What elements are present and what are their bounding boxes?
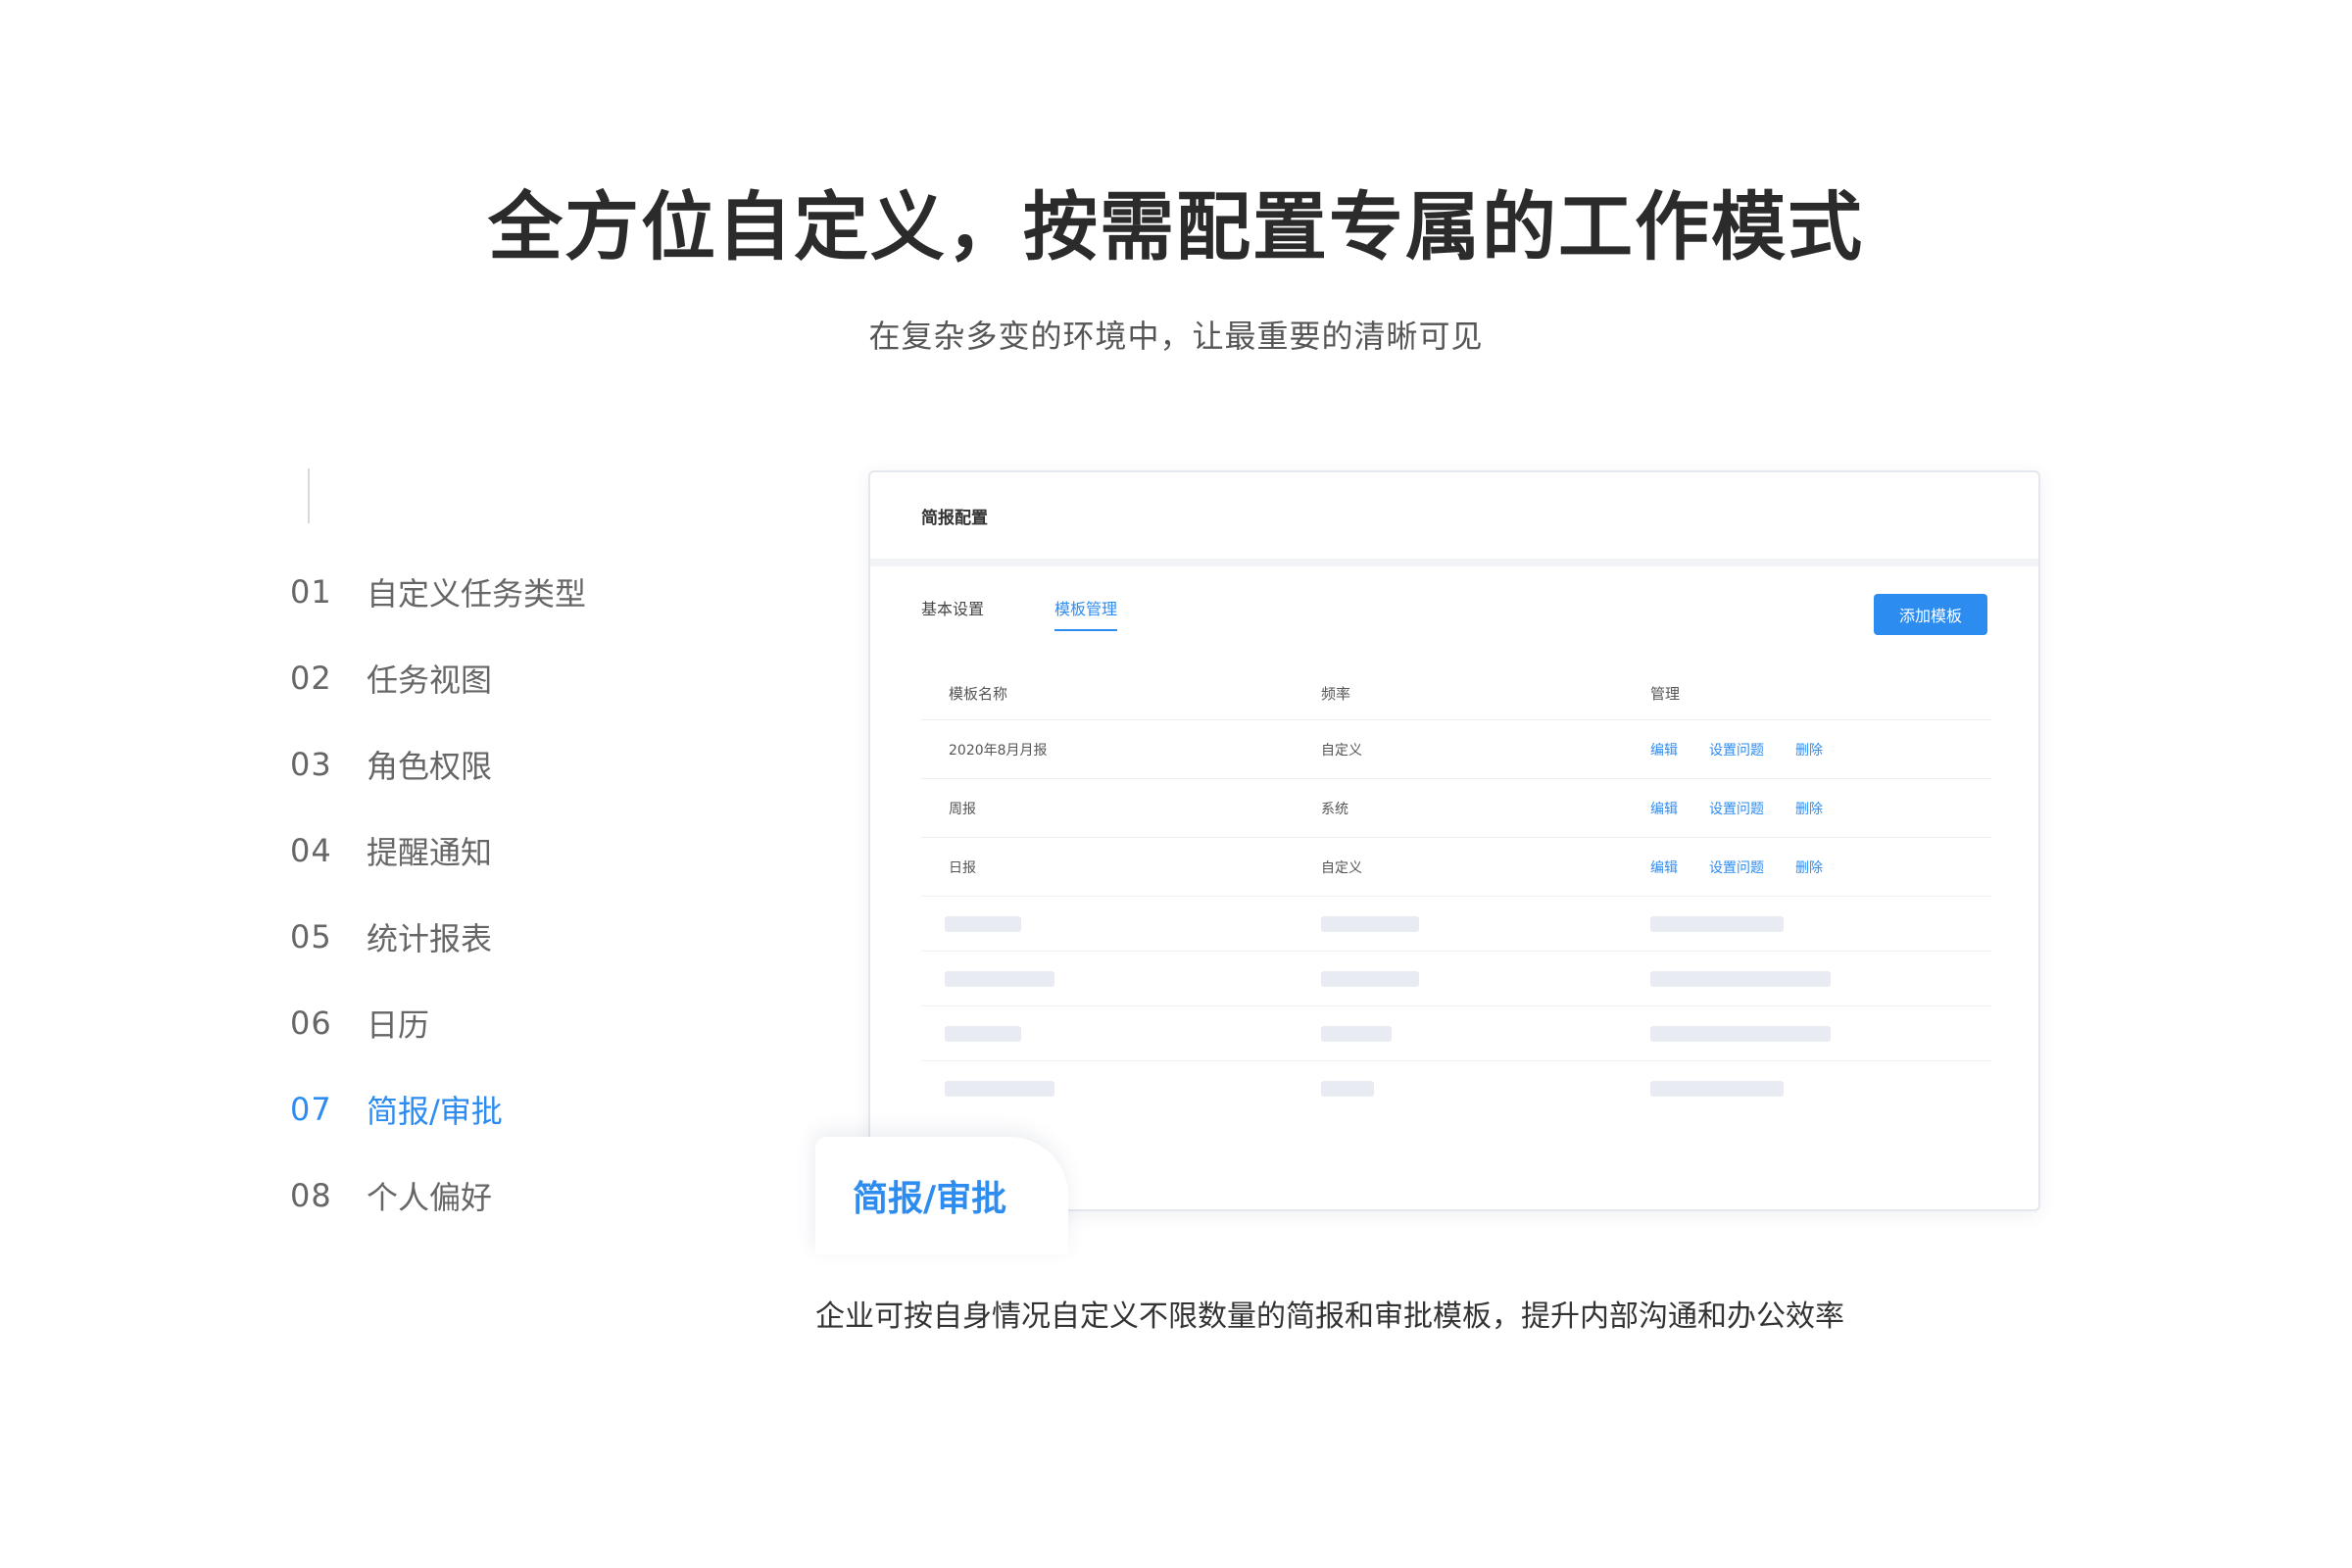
header-frequency: 频率	[1321, 684, 1351, 703]
nav-item-number: 03	[290, 746, 332, 783]
nav-item-label: 自定义任务类型	[367, 575, 587, 612]
nav-item-number: 07	[290, 1091, 332, 1128]
set-questions-link[interactable]: 设置问题	[1709, 799, 1764, 818]
feature-nav-item-06[interactable]: 06 日历	[290, 980, 800, 1066]
tab-template-management[interactable]: 模板管理	[1054, 596, 1118, 631]
nav-divider	[308, 468, 310, 523]
edit-link[interactable]: 编辑	[1650, 740, 1678, 760]
nav-item-number: 01	[290, 573, 332, 611]
table-row: 日报 自定义 编辑 设置问题 删除	[921, 837, 1991, 896]
skeleton-bar	[945, 915, 1021, 932]
nav-item-label: 角色权限	[367, 748, 493, 785]
cell-frequency: 自定义	[1321, 859, 1362, 876]
skeleton-bar	[1321, 915, 1419, 932]
delete-link[interactable]: 删除	[1795, 799, 1823, 818]
skeleton-row	[921, 896, 1991, 951]
settings-panel: 简报配置 基本设置 模板管理 添加模板 模板名称 频率 管理 2020年8月月报…	[868, 470, 2040, 1211]
header-template-name: 模板名称	[949, 684, 1008, 703]
set-questions-link[interactable]: 设置问题	[1709, 740, 1764, 760]
table-row: 周报 系统 编辑 设置问题 删除	[921, 778, 1991, 837]
skeleton-bar	[1321, 1025, 1392, 1042]
table-row: 2020年8月月报 自定义 编辑 设置问题 删除	[921, 719, 1991, 778]
nav-item-label: 统计报表	[367, 920, 493, 957]
panel-tabs: 基本设置 模板管理	[921, 596, 1188, 631]
nav-item-number: 06	[290, 1004, 332, 1042]
skeleton-bar	[1650, 1080, 1784, 1097]
hero-subtitle: 在复杂多变的环境中，让最重要的清晰可见	[868, 318, 1484, 355]
cell-template-name: 日报	[949, 859, 976, 876]
nav-item-label: 提醒通知	[367, 834, 493, 871]
feature-nav-item-05[interactable]: 05 统计报表	[290, 894, 800, 980]
header-manage: 管理	[1650, 684, 1681, 703]
cell-actions: 编辑 设置问题 删除	[1650, 740, 1991, 760]
edit-link[interactable]: 编辑	[1650, 858, 1678, 877]
nav-item-number: 08	[290, 1177, 332, 1214]
feature-label-card: 简报/审批	[815, 1137, 1068, 1254]
nav-item-label: 个人偏好	[367, 1179, 493, 1216]
skeleton-bar	[1650, 970, 1831, 987]
hero-title: 全方位自定义，按需配置专属的工作模式	[488, 183, 1864, 270]
skeleton-bar	[1321, 970, 1419, 987]
cell-template-name: 周报	[949, 801, 976, 817]
feature-nav-item-08[interactable]: 08 个人偏好	[290, 1152, 800, 1239]
skeleton-bar	[1650, 1025, 1831, 1042]
edit-link[interactable]: 编辑	[1650, 799, 1678, 818]
feature-nav: 01 自定义任务类型 02 任务视图 03 角色权限 04 提醒通知 05 统计…	[290, 549, 800, 1239]
skeleton-row	[921, 1060, 1991, 1115]
nav-item-number: 04	[290, 832, 332, 869]
nav-item-number: 05	[290, 918, 332, 956]
delete-link[interactable]: 删除	[1795, 858, 1823, 877]
feature-nav-item-02[interactable]: 02 任务视图	[290, 635, 800, 721]
skeleton-bar	[1650, 915, 1784, 932]
panel-title: 简报配置	[870, 472, 2038, 566]
feature-nav-item-04[interactable]: 04 提醒通知	[290, 808, 800, 894]
nav-item-label: 日历	[367, 1006, 430, 1044]
delete-link[interactable]: 删除	[1795, 740, 1823, 760]
nav-item-number: 02	[290, 660, 332, 697]
add-template-button[interactable]: 添加模板	[1874, 594, 1987, 635]
skeleton-bar	[945, 1025, 1021, 1042]
skeleton-row	[921, 1005, 1991, 1060]
feature-description: 企业可按自身情况自定义不限数量的简报和审批模板，提升内部沟通和办公效率	[815, 1299, 1844, 1334]
template-table: 模板名称 频率 管理 2020年8月月报 自定义 编辑 设置问题 删除 周报 系…	[921, 666, 1991, 1115]
cell-template-name: 2020年8月月报	[949, 742, 1048, 759]
nav-item-label: 任务视图	[367, 662, 493, 699]
skeleton-bar	[945, 970, 1054, 987]
table-header: 模板名称 频率 管理	[921, 666, 1991, 719]
cell-frequency: 系统	[1321, 801, 1348, 817]
nav-item-label: 简报/审批	[367, 1093, 503, 1130]
feature-nav-item-07[interactable]: 07 简报/审批	[290, 1066, 800, 1152]
skeleton-bar	[1321, 1080, 1374, 1097]
skeleton-row	[921, 951, 1991, 1005]
feature-nav-item-03[interactable]: 03 角色权限	[290, 721, 800, 808]
feature-nav-item-01[interactable]: 01 自定义任务类型	[290, 549, 800, 635]
cell-actions: 编辑 设置问题 删除	[1650, 858, 1991, 877]
tab-basic-settings[interactable]: 基本设置	[921, 596, 984, 631]
set-questions-link[interactable]: 设置问题	[1709, 858, 1764, 877]
skeleton-bar	[945, 1080, 1054, 1097]
cell-frequency: 自定义	[1321, 742, 1362, 759]
cell-actions: 编辑 设置问题 删除	[1650, 799, 1991, 818]
